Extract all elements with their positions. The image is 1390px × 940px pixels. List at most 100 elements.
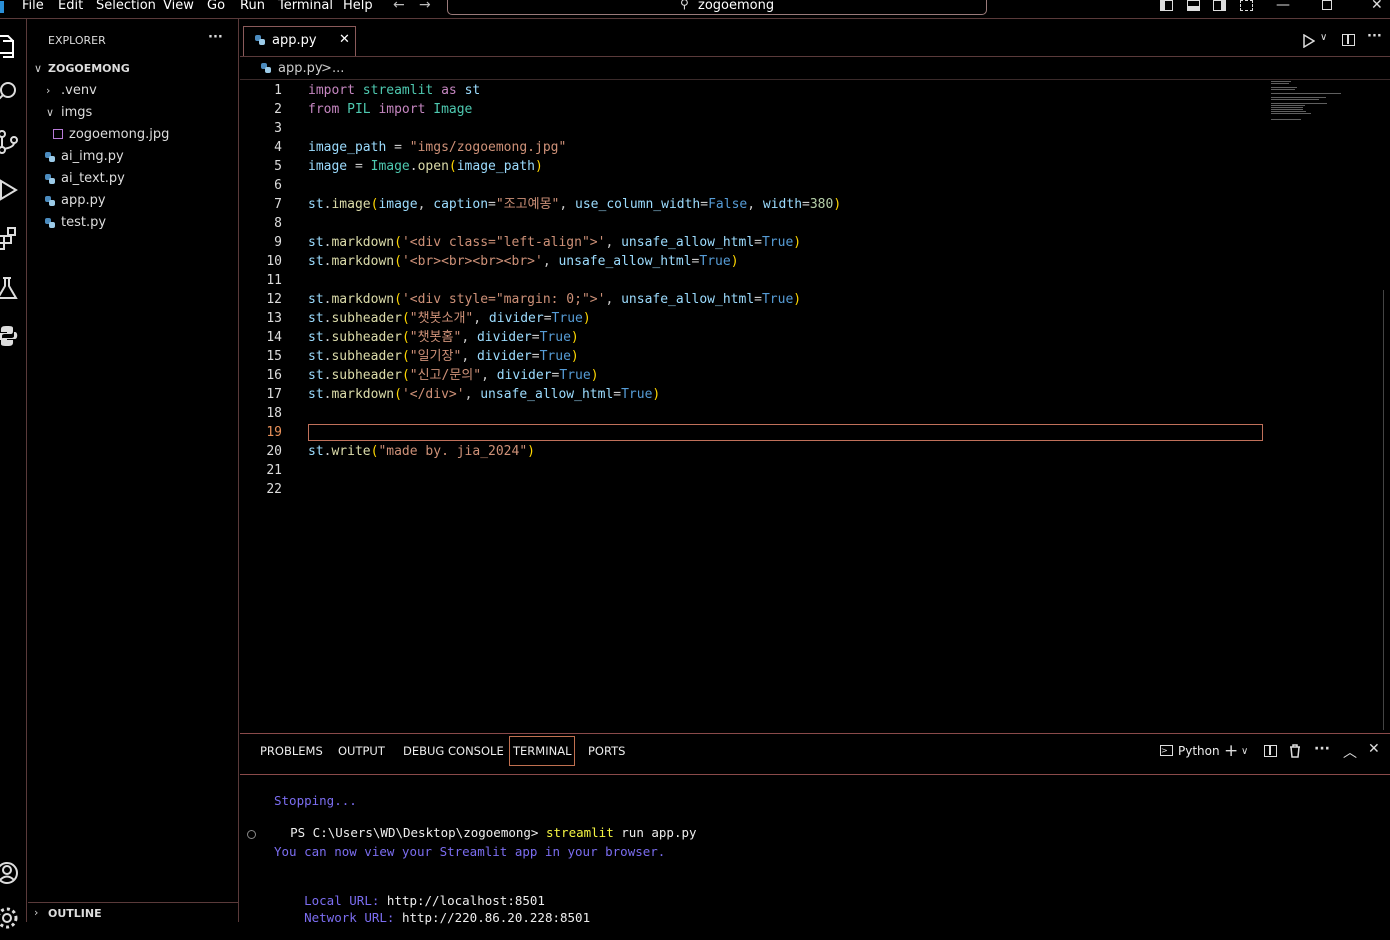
code-text: st.markdown('<div class="left-align">', …	[308, 235, 802, 250]
tab-problems[interactable]: PROBLEMS	[260, 744, 323, 758]
maximize-panel-chevron-up-icon[interactable]: ︿	[1343, 742, 1357, 762]
python-file-icon	[255, 35, 265, 45]
code-line[interactable]: 9 st.markdown('<div class="left-align">',…	[240, 233, 1270, 252]
line-number: 11	[266, 273, 282, 288]
tree-item-app-py[interactable]: app.py	[28, 190, 238, 212]
line-number: 19	[266, 425, 282, 440]
code-line[interactable]: 13 st.subheader("챗봇소개", divider=True)	[240, 309, 1270, 328]
close-tab-icon[interactable]: ✕	[339, 32, 350, 47]
code-line[interactable]: 22	[240, 480, 1270, 499]
minimize-icon[interactable]: —	[1276, 0, 1290, 13]
search-view-icon[interactable]	[0, 79, 20, 105]
tab-app-py[interactable]: app.py ✕	[243, 26, 356, 56]
code-line[interactable]: 14 st.subheader("챗봇홈", divider=True)	[240, 328, 1270, 347]
extensions-icon[interactable]	[0, 225, 20, 251]
terminal-shell-label[interactable]: Python	[1178, 744, 1220, 758]
manage-gear-icon[interactable]	[0, 905, 20, 931]
tree-item-venv[interactable]: › .venv	[28, 80, 238, 102]
code-line[interactable]: 10 st.markdown('<br><br><br><br>', unsafe…	[240, 252, 1270, 271]
menu-view[interactable]: View	[163, 0, 194, 13]
tab-ports[interactable]: PORTS	[588, 744, 625, 758]
workspace-root[interactable]: ∨ ZOGOEMONG	[28, 58, 238, 80]
toggle-secondary-sidebar-icon[interactable]	[1213, 0, 1226, 11]
terminal-dropdown-icon[interactable]: ∨	[1241, 746, 1248, 757]
vscode-logo-icon	[0, 1, 4, 13]
run-dropdown-icon[interactable]: ∨	[1320, 32, 1327, 43]
customize-layout-icon[interactable]	[1240, 0, 1253, 11]
testing-flask-icon[interactable]	[0, 275, 20, 301]
code-editor[interactable]: 1 import streamlit as st 2 from PIL import …	[240, 79, 1390, 734]
workspace-name: ZOGOEMONG	[48, 62, 130, 75]
breadcrumb-symbols[interactable]: ...	[332, 61, 344, 76]
menu-edit[interactable]: Edit	[58, 0, 83, 13]
code-line[interactable]: 19	[240, 423, 1270, 442]
code-line[interactable]: 3	[240, 119, 1270, 138]
code-text: st.subheader("챗봇소개", divider=True)	[308, 311, 591, 326]
terminal-stopping-line: Stopping...	[274, 793, 357, 808]
code-line[interactable]: 6	[240, 176, 1270, 195]
split-editor-icon[interactable]	[1342, 34, 1355, 46]
tree-item-zogoemong-jpg[interactable]: zogoemong.jpg	[28, 124, 238, 146]
run-file-icon[interactable]	[1303, 34, 1315, 48]
line-number: 7	[274, 197, 282, 212]
code-line[interactable]: 1 import streamlit as st	[240, 81, 1270, 100]
run-debug-icon[interactable]	[0, 177, 20, 203]
tree-item-test-py[interactable]: test.py	[28, 212, 238, 234]
tree-item-imgs[interactable]: ∨ imgs	[28, 102, 238, 124]
panel-more-icon[interactable]: ···	[1314, 741, 1330, 757]
menu-run[interactable]: Run	[240, 0, 265, 13]
split-terminal-icon[interactable]	[1264, 745, 1277, 757]
trash-icon[interactable]	[1289, 744, 1301, 758]
accounts-icon[interactable]	[0, 860, 20, 886]
breadcrumb-separator: >	[321, 61, 332, 76]
menu-selection[interactable]: Selection	[96, 0, 156, 13]
editor-more-icon[interactable]: ···	[1367, 29, 1382, 44]
close-window-icon[interactable]: ✕	[1371, 0, 1383, 13]
close-panel-icon[interactable]: ✕	[1368, 741, 1380, 757]
code-line[interactable]: 5 image = Image.open(image_path)	[240, 157, 1270, 176]
line-number: 5	[274, 159, 282, 174]
outline-section[interactable]: › OUTLINE	[28, 902, 238, 923]
code-line[interactable]: 2 from PIL import Image	[240, 100, 1270, 119]
code-line[interactable]: 21	[240, 461, 1270, 480]
explorer-more-icon[interactable]: ···	[208, 30, 223, 45]
tab-terminal[interactable]: TERMINAL	[509, 736, 576, 766]
breadcrumb-file[interactable]: app.py	[278, 61, 323, 76]
arrow-left-icon[interactable]: ←	[393, 0, 405, 13]
line-number: 18	[266, 406, 282, 421]
code-line[interactable]: 20 st.write("made by. jia_2024")	[240, 442, 1270, 461]
code-line[interactable]: 17 st.markdown('</div>', unsafe_allow_htm…	[240, 385, 1270, 404]
command-center-search[interactable]: ⚲ zogoemong	[447, 0, 987, 15]
arrow-right-icon[interactable]: →	[419, 0, 431, 13]
code-line[interactable]: 18	[240, 404, 1270, 423]
toggle-panel-icon[interactable]	[1187, 0, 1200, 11]
code-line[interactable]: 15 st.subheader("일기장", divider=True)	[240, 347, 1270, 366]
line-number: 2	[274, 102, 282, 117]
menu-help[interactable]: Help	[343, 0, 373, 13]
editor-scrollbar[interactable]	[1383, 290, 1390, 730]
maximize-icon[interactable]	[1322, 0, 1332, 10]
line-number: 20	[266, 444, 282, 459]
tab-output[interactable]: OUTPUT	[338, 744, 385, 758]
menu-terminal[interactable]: Terminal	[278, 0, 333, 13]
code-line[interactable]: 16 st.subheader("신고/문의", divider=True)	[240, 366, 1270, 385]
menu-go[interactable]: Go	[207, 0, 225, 13]
tree-item-ai-text-py[interactable]: ai_text.py	[28, 168, 238, 190]
network-url-link[interactable]: http://220.86.20.228:8501	[402, 910, 590, 925]
toggle-primary-sidebar-icon[interactable]	[1160, 0, 1173, 11]
code-line[interactable]: 7 st.image(image, caption="조고예몽", use_col…	[240, 195, 1270, 214]
code-line[interactable]: 8	[240, 214, 1270, 233]
code-line[interactable]: 12 st.markdown('<div style="margin: 0;">'…	[240, 290, 1270, 309]
source-control-icon[interactable]	[0, 129, 20, 155]
tab-debug-console[interactable]: DEBUG CONSOLE	[403, 744, 504, 758]
menu-file[interactable]: File	[22, 0, 44, 13]
minimap[interactable]	[1268, 80, 1368, 140]
python-icon[interactable]	[0, 323, 20, 349]
code-line[interactable]: 4 image_path = "imgs/zogoemong.jpg"	[240, 138, 1270, 157]
python-file-icon	[45, 152, 55, 162]
new-terminal-plus-icon[interactable]: +	[1224, 741, 1238, 761]
code-line[interactable]: 11	[240, 271, 1270, 290]
code-text: st.markdown('<br><br><br><br>', unsafe_a…	[308, 254, 739, 269]
explorer-icon[interactable]	[0, 33, 20, 59]
tree-item-ai-img-py[interactable]: ai_img.py	[28, 146, 238, 168]
